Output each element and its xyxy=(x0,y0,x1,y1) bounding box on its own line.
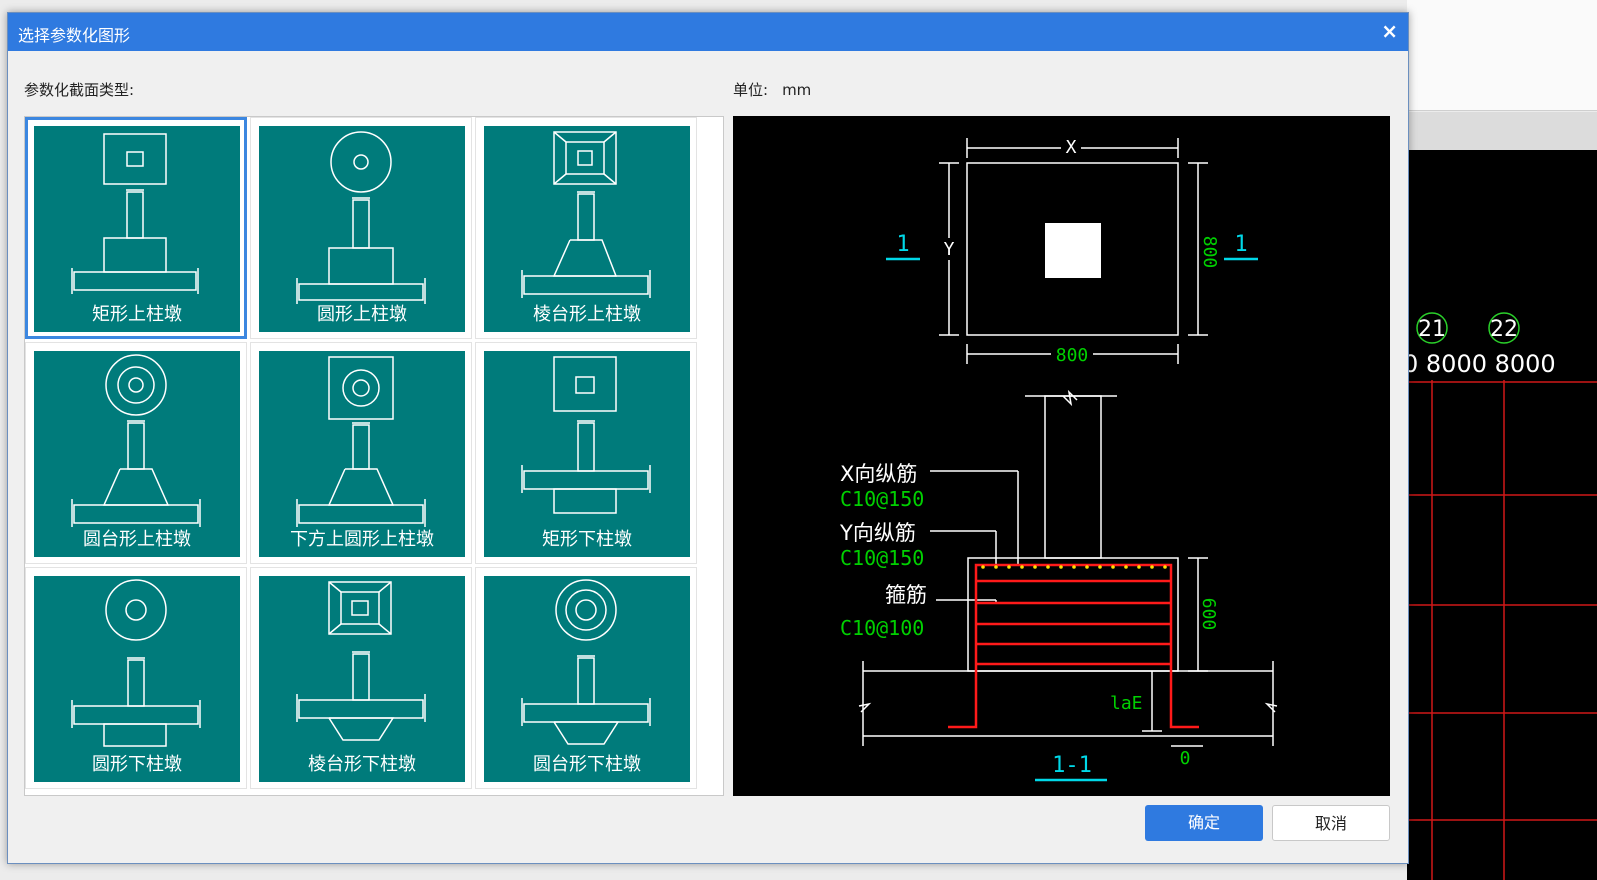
title-bar: 选择参数化图形 × xyxy=(8,13,1408,51)
section-mark-left: 1 xyxy=(896,232,909,257)
section-type-label: 参数化截面类型: xyxy=(24,81,135,99)
y-rebar-value: C10@150 xyxy=(840,546,924,570)
grid-number-22: 22 xyxy=(1490,317,1518,342)
shape-label: 圆台形上柱墩 xyxy=(83,529,191,550)
shape-option-circular-frustum-lower[interactable]: 圆台形下柱墩 xyxy=(475,567,697,789)
shape-thumbnail: 圆台形下柱墩 xyxy=(484,576,690,782)
shape-thumbnail: 圆形上柱墩 xyxy=(259,126,465,332)
shape-label: 圆形上柱墩 xyxy=(317,304,407,325)
shape-option-square-base-round-top[interactable]: 下方上圆形上柱墩 xyxy=(250,342,472,564)
dim-600-label: 600 xyxy=(1198,598,1219,631)
cancel-button[interactable]: 取消 xyxy=(1272,805,1390,841)
unit-value: mm xyxy=(782,81,812,99)
shape-label: 棱台形下柱墩 xyxy=(308,754,416,775)
shape-label: 矩形下柱墩 xyxy=(542,529,632,550)
dim-800-right: 800 xyxy=(1199,236,1220,269)
section-mark-right: 1 xyxy=(1234,232,1247,257)
shape-option-circle-lower[interactable]: 圆形下柱墩 xyxy=(25,567,247,789)
dim-800-bottom: 800 xyxy=(1056,345,1089,366)
dialog-title: 选择参数化图形 xyxy=(18,26,131,45)
zero-dim-label: 0 xyxy=(1180,748,1191,769)
x-rebar-label: X向纵筋 xyxy=(840,462,917,486)
close-icon[interactable]: × xyxy=(1381,19,1398,43)
shape-thumbnail: 圆形下柱墩 xyxy=(34,576,240,782)
shape-label: 圆台形下柱墩 xyxy=(533,754,641,775)
ok-button[interactable]: 确定 xyxy=(1145,805,1263,841)
shape-option-frustum-upper[interactable]: 棱台形上柱墩 xyxy=(475,117,697,339)
shape-label: 矩形上柱墩 xyxy=(92,304,182,325)
shape-option-frustum-lower[interactable]: 棱台形下柱墩 xyxy=(250,567,472,789)
shape-label: 圆形下柱墩 xyxy=(92,754,182,775)
unit-label: 单位: mm xyxy=(733,79,811,100)
unit-caption: 单位: xyxy=(733,81,769,99)
section-title: 1-1 xyxy=(1052,753,1092,778)
shape-option-circle-upper[interactable]: 圆形上柱墩 xyxy=(250,117,472,339)
shape-thumbnail: 棱台形下柱墩 xyxy=(259,576,465,782)
shape-thumbnail: 下方上圆形上柱墩 xyxy=(259,351,465,557)
stirrup-label: 箍筋 xyxy=(885,583,927,607)
shape-label: 棱台形上柱墩 xyxy=(533,304,641,325)
y-rebar-label: Y向纵筋 xyxy=(839,521,916,545)
background-tab-strip xyxy=(1407,112,1597,150)
shape-option-rect-lower[interactable]: 矩形下柱墩 xyxy=(475,342,697,564)
dim-y-label: Y xyxy=(944,239,955,260)
x-rebar-value: C10@150 xyxy=(840,487,924,511)
shape-label: 下方上圆形上柱墩 xyxy=(290,529,434,550)
shape-thumbnail: 棱台形上柱墩 xyxy=(484,126,690,332)
background-cad-canvas: 21 22 0 8000 8000 xyxy=(1407,150,1597,880)
stirrup-value: C10@100 xyxy=(840,616,924,640)
lae-label: laE xyxy=(1110,693,1143,714)
shape-thumbnail: 圆台形上柱墩 xyxy=(34,351,240,557)
shape-option-rect-upper[interactable]: 矩形上柱墩 xyxy=(25,117,247,339)
preview-drawing: X 800 Y 800 1 1 X向纵筋 C10@150 Y向纵筋 C10@15… xyxy=(733,116,1390,796)
shape-gallery: 矩形上柱墩 圆形上柱墩 棱台形上柱墩 圆台形上柱墩 下方上圆形上柱墩 矩形下柱墩… xyxy=(24,116,724,796)
background-toolbar xyxy=(1407,0,1597,111)
parametric-shape-dialog: 选择参数化图形 × 参数化截面类型: 单位: mm 矩形上柱墩 圆形上柱墩 棱台… xyxy=(7,12,1409,864)
shape-option-circular-frustum-upper[interactable]: 圆台形上柱墩 xyxy=(25,342,247,564)
shape-thumbnail: 矩形上柱墩 xyxy=(34,126,240,332)
dim-x-label: X xyxy=(1066,137,1077,158)
shape-thumbnail: 矩形下柱墩 xyxy=(484,351,690,557)
grid-number-21: 21 xyxy=(1418,317,1446,342)
grid-span-label: 0 8000 8000 xyxy=(1407,350,1556,378)
